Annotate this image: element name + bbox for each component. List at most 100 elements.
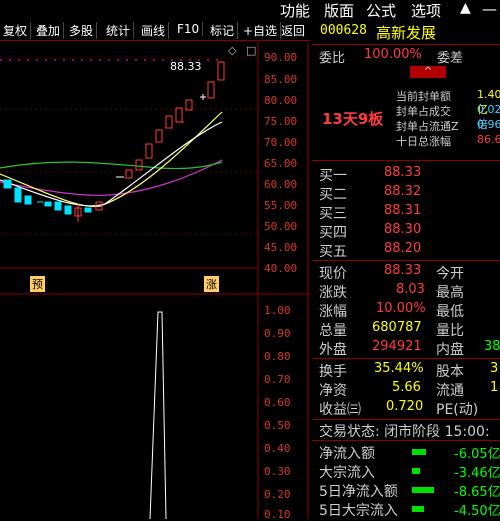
high-price-label: 88.33 [170, 60, 202, 73]
divider [312, 260, 500, 261]
bid-row[interactable]: 买四 88.30 [312, 222, 500, 241]
bid-label: 买一 [319, 168, 347, 184]
flow-value: -3.46亿 [454, 466, 500, 481]
seal-value: 86.67% [477, 133, 500, 146]
weibi-row: 委比 100.00% 委差 [312, 47, 500, 66]
marker-pre[interactable]: 预 [30, 276, 45, 292]
toolbar-restore-rights[interactable]: 复权 [0, 22, 32, 39]
divider [312, 358, 500, 359]
weicha-label: 委差 [437, 51, 464, 66]
menu-item-options[interactable]: 选项 [411, 0, 441, 21]
kline-chart-area[interactable]: 88.33 ◇ □ 预 涨 90.00 85.00 80.00 75.00 70… [0, 42, 310, 521]
quote-label: 最高 [436, 285, 464, 301]
flow-label: 5日大宗流入 [319, 503, 398, 519]
stat-value: 1 [490, 380, 499, 395]
stat-label: PE(动) [436, 402, 479, 418]
minimize-icon[interactable]: ▲ [460, 0, 471, 16]
menu-item-formula[interactable]: 公式 [366, 0, 396, 21]
toolbar-statistics[interactable]: 统计 [103, 22, 135, 39]
quote-value: 8.03 [396, 282, 425, 297]
stock-code: 000628 [320, 23, 367, 38]
quote-label: 外盘 [319, 342, 347, 358]
stat-label: 换手 [319, 364, 347, 380]
marker-limit-up[interactable]: 涨 [204, 276, 219, 292]
flow-bar [412, 449, 426, 455]
trade-status: 交易状态: 闭市阶段 15:00: [312, 421, 500, 440]
menu-item-layout[interactable]: 版面 [324, 0, 354, 21]
window-control-icon[interactable]: — [482, 0, 497, 18]
vol-axis-label: 1.00 [264, 304, 291, 317]
flow-bar [412, 468, 420, 474]
vol-axis-label: 0.50 [264, 419, 291, 432]
divider [312, 44, 500, 45]
stat-row: 净资 5.66 流通 1 [312, 380, 500, 399]
stat-label: 净资 [319, 383, 347, 399]
quote-row: 外盘 294921 内盘 38 [312, 339, 500, 358]
quote-label: 最低 [436, 304, 464, 320]
price-axis-label: 50.00 [264, 220, 298, 233]
seal-label: 当前封单额 [396, 90, 451, 103]
quote-value: 10.00% [376, 301, 426, 316]
vol-axis-label: 0.70 [264, 373, 291, 386]
stat-value: 3 [490, 361, 499, 376]
quote-value: 38 [484, 339, 500, 354]
flow-bar [412, 506, 424, 512]
stat-row: 换手 35.44% 股本 3 [312, 361, 500, 380]
bid-price: 88.33 [384, 165, 422, 180]
stat-value: 35.44% [374, 361, 424, 376]
trade-status-text: 交易状态: 闭市阶段 15:00: [319, 424, 490, 440]
bid-price: 88.32 [384, 184, 422, 199]
flow-row: 大宗流入 -3.46亿 [312, 462, 500, 481]
square-icon: □ [246, 44, 257, 57]
vol-axis-label: 0.20 [264, 488, 291, 501]
bid-label: 买四 [319, 225, 347, 241]
vol-axis-label: 0.10 [264, 508, 291, 521]
stat-value: 0.720 [386, 399, 424, 414]
stat-label: 流通 [436, 383, 464, 399]
stock-title: 000628 高新发展 [312, 23, 500, 43]
toolbar-back[interactable]: 返回 [278, 22, 308, 39]
stock-name: 高新发展 [376, 24, 437, 42]
flow-value: -4.50亿 [454, 504, 500, 519]
chart-toolbar: 复权 叠加 多股 统计 画线 F10 标记 +自选 返回 [0, 20, 310, 41]
stat-label: 股本 [436, 364, 464, 380]
price-axis-label: 90.00 [264, 51, 298, 64]
quote-row: 涨幅 10.00% 最低 [312, 301, 500, 320]
bid-label: 买五 [319, 244, 347, 260]
flow-label: 5日净流入额 [319, 484, 398, 500]
flow-label: 大宗流入 [319, 465, 375, 481]
bid-row[interactable]: 买一 88.33 [312, 165, 500, 184]
price-axis-label: 70.00 [264, 136, 298, 149]
toolbar-overlay[interactable]: 叠加 [33, 22, 65, 39]
toolbar-draw-line[interactable]: 画线 [138, 22, 170, 39]
flow-row: 净流入额 -6.05亿 [312, 443, 500, 462]
stat-value: 5.66 [392, 380, 421, 395]
flow-value: -8.65亿 [454, 485, 500, 500]
quote-label: 总量 [319, 323, 347, 339]
flow-row: 5日净流入额 -8.65亿 [312, 481, 500, 500]
price-axis-label: 60.00 [264, 178, 298, 191]
stat-row: 收益㈢ 0.720 PE(动) [312, 399, 500, 418]
vol-axis-label: 0.40 [264, 442, 291, 455]
bid-row[interactable]: 买二 88.32 [312, 184, 500, 203]
quote-label: 涨跌 [319, 285, 347, 301]
vol-axis-label: 0.60 [264, 396, 291, 409]
quote-label: 量比 [436, 323, 464, 339]
toolbar-add-favorite[interactable]: +自选 [240, 22, 282, 39]
toolbar-multi-stock[interactable]: 多股 [66, 22, 98, 39]
quote-label: 现价 [319, 266, 347, 282]
toolbar-f10[interactable]: F10 [174, 22, 204, 36]
expand-toggle[interactable]: ^ [410, 66, 446, 78]
bid-row[interactable]: 买三 88.31 [312, 203, 500, 222]
toolbar-mark[interactable]: 标记 [207, 22, 239, 39]
menu-item-function[interactable]: 功能 [280, 0, 310, 21]
quote-value: 294921 [372, 339, 422, 354]
streak-label: 13天9板 [322, 110, 384, 128]
quote-label: 内盘 [436, 342, 464, 358]
divider [312, 419, 500, 420]
price-axis-label: 75.00 [264, 115, 298, 128]
vol-axis-label: 0.90 [264, 327, 291, 340]
divider [312, 440, 500, 441]
bid-row[interactable]: 买五 88.20 [312, 241, 500, 260]
price-axis-label: 80.00 [264, 94, 298, 107]
